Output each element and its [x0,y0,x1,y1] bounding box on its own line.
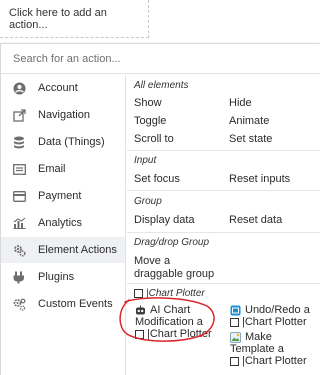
sidebar-item-label: Data (Things) [38,136,105,148]
divider [127,190,320,191]
sidebar-item-navigation[interactable]: Navigation [1,102,125,128]
section-heading-all-elements: All elements [134,80,189,91]
sidebar-item-label: Analytics [38,217,83,229]
sidebar-item-label: Email [38,163,66,175]
sidebar-item-label: Account [38,82,78,94]
sidebar-item-label: Plugins [38,271,75,283]
action-label-line: Modification a [135,316,203,328]
sidebar-item-custom-events[interactable]: Custom Events [1,291,125,317]
section-heading-chart-plotter: |Chart Plotter [134,288,205,299]
navigation-icon [12,108,26,122]
plugin-checkbox-icon [135,329,144,339]
element-actions-icon [12,243,26,257]
action-reset-inputs[interactable]: Reset inputs [229,173,290,185]
robot-icon [136,305,145,315]
sidebar-item-element-actions[interactable]: Element Actions [1,237,125,263]
sidebar-item-plugins[interactable]: Plugins [1,264,125,290]
email-icon [12,162,26,176]
action-list: All elements Show Hide Toggle Animate Sc… [127,75,320,375]
analytics-icon [12,216,26,230]
search-input[interactable] [1,44,320,73]
plugin-checkbox-icon [230,356,239,366]
plugin-checkbox-icon [134,288,143,298]
action-show[interactable]: Show [134,97,162,109]
action-undo-redo[interactable]: Undo/Redo a |Chart Plotter [230,304,320,328]
action-label-line: |Chart Plotter [230,316,320,328]
undo-redo-icon [230,305,241,316]
action-hide[interactable]: Hide [229,97,252,109]
action-reset-data[interactable]: Reset data [229,214,282,226]
sidebar-item-label: Element Actions [38,244,117,256]
database-icon [12,135,26,149]
sidebar-item-label: Custom Events [38,298,113,310]
add-action-trigger[interactable]: Click here to add an action... [0,0,149,38]
sidebar-item-data-things[interactable]: Data (Things) [1,129,125,155]
divider [127,232,320,233]
action-label-line: AI Chart [150,304,191,316]
action-set-focus[interactable]: Set focus [134,173,180,185]
action-make-template[interactable]: Make Template a |Chart Plotter [230,331,320,367]
account-icon [12,81,26,95]
search-box[interactable] [1,44,320,74]
action-set-state[interactable]: Set state [229,133,272,145]
action-label-line: |Chart Plotter [135,328,225,340]
action-ai-chart-modification[interactable]: AI Chart Modification a |Chart Plotter [135,304,225,340]
divider [127,150,320,151]
action-label-line: Undo/Redo a [245,304,310,316]
section-heading-dragdrop: Drag/drop Group [134,237,210,248]
action-display-data[interactable]: Display data [134,214,195,226]
plugin-checkbox-icon [230,317,239,327]
plugins-icon [12,270,26,284]
action-picker-panel: Account Navigation Data (Things) Email P… [0,43,320,375]
payment-icon [12,189,26,203]
action-scroll-to[interactable]: Scroll to [134,133,174,145]
action-label-line: Move a [134,255,171,267]
sidebar-item-account[interactable]: Account [1,75,125,101]
sidebar-item-email[interactable]: Email [1,156,125,182]
action-label-line: Template a [230,343,284,355]
divider [127,283,320,284]
sidebar-item-analytics[interactable]: Analytics [1,210,125,236]
action-label-line: Make [245,331,272,343]
action-label-line: draggable group [134,268,215,280]
custom-events-icon [12,297,26,311]
template-image-icon [230,332,241,343]
action-label-line: |Chart Plotter [230,355,320,367]
category-sidebar: Account Navigation Data (Things) Email P… [1,75,126,375]
sidebar-item-label: Payment [38,190,82,202]
section-heading-input: Input [134,155,157,166]
action-animate[interactable]: Animate [229,115,269,127]
action-move-draggable-group[interactable]: Move a draggable group [134,255,214,281]
sidebar-item-payment[interactable]: Payment [1,183,125,209]
sidebar-item-label: Navigation [38,109,90,121]
section-heading-group: Group [134,196,162,207]
action-toggle[interactable]: Toggle [134,115,166,127]
